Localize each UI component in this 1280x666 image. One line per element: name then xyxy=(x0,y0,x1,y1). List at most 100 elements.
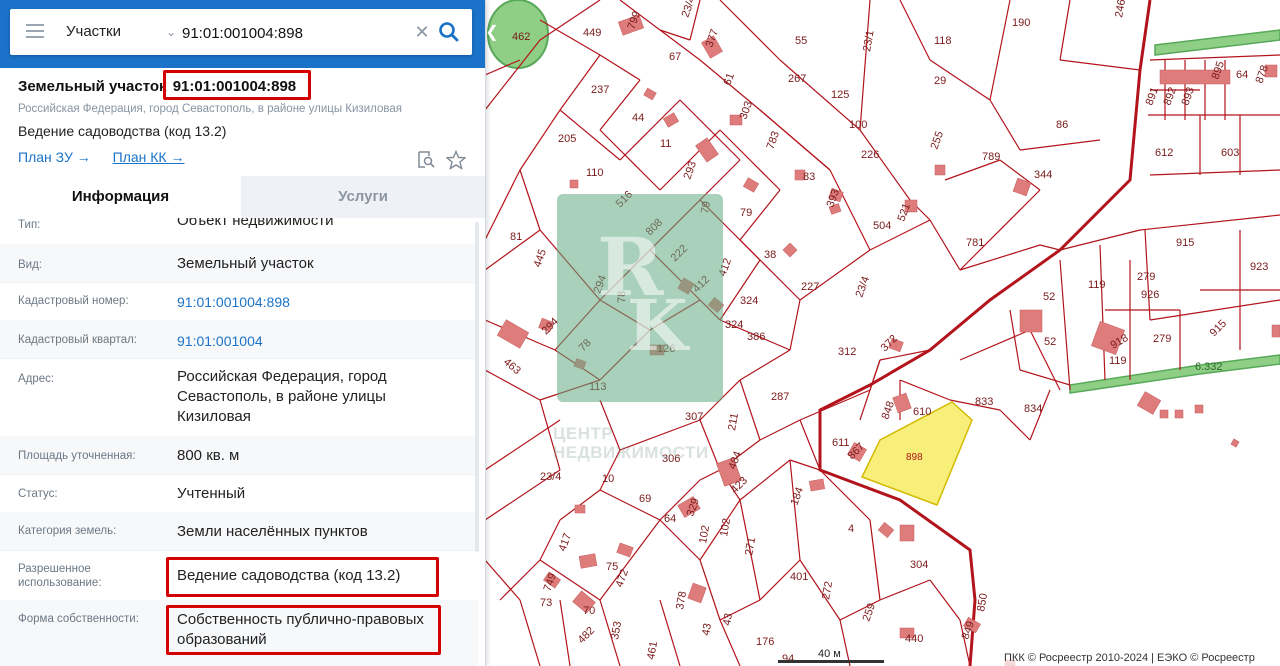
parcel-label: 125 xyxy=(831,89,849,101)
parcel-title-prefix: Земельный участок xyxy=(18,78,167,95)
parcel-label: 781 xyxy=(966,237,984,249)
parcel-label: 449 xyxy=(583,27,601,39)
scale-label: 40 м xyxy=(818,648,841,660)
parcel-label: 23/4 xyxy=(540,471,561,483)
map-scale: 40 м xyxy=(778,648,884,666)
info-value: Земельный участок xyxy=(177,255,314,272)
watermark-text: ЦЕНТР НЕДВИЖИМОСТИ xyxy=(553,424,709,462)
plan-kk-link[interactable]: План КК → xyxy=(113,149,185,165)
parcel-label: 462 xyxy=(512,31,530,43)
parcel-label: 312 xyxy=(838,346,856,358)
parcel-label: 287 xyxy=(771,391,789,403)
info-value: Учтенный xyxy=(177,485,246,502)
info-row-area: Площадь уточненная: 800 кв. м xyxy=(0,436,478,475)
parcel-label: 86 xyxy=(1056,119,1068,131)
search-header: Участки ⌄ ✕ xyxy=(0,0,485,68)
parcel-label: 612 xyxy=(1155,147,1173,159)
info-label: Площадь уточненная: xyxy=(18,450,136,462)
parcel-address: Российская Федерация, город Севастополь,… xyxy=(18,103,402,115)
parcel-label: 279 xyxy=(1153,333,1171,345)
info-value: 800 кв. м xyxy=(177,447,240,464)
parcel-label: 226 xyxy=(861,149,879,161)
search-input[interactable] xyxy=(180,18,409,48)
info-panel: Участки ⌄ ✕ Земельный участок 91:01:0010… xyxy=(0,0,486,666)
building-footprint xyxy=(899,524,915,542)
parcel-label: 119 xyxy=(1088,279,1106,291)
parcel-label: 79 xyxy=(740,207,752,219)
parcel-label: 38 xyxy=(764,249,776,261)
parcel-label: 915 xyxy=(1176,237,1194,249)
tab-information[interactable]: Информация xyxy=(0,176,241,218)
info-row-kind: Вид: Земельный участок xyxy=(0,244,478,283)
parcel-label: 67 xyxy=(669,51,681,63)
highlight-box-title xyxy=(163,70,311,100)
parcel-label: 304 xyxy=(910,559,928,571)
parcel-label: 81 xyxy=(510,231,522,243)
zoom-to-icon[interactable] xyxy=(416,150,436,170)
building-footprint xyxy=(569,179,579,189)
tab-services[interactable]: Услуги xyxy=(241,176,485,218)
parcel-label: 834 xyxy=(1024,403,1042,415)
parcel-label: 75 xyxy=(606,561,618,573)
selected-parcel-label: 898 xyxy=(906,452,923,463)
object-type-select[interactable]: Участки ⌄ xyxy=(66,9,178,55)
chevron-down-icon: ⌄ xyxy=(165,25,176,39)
building-footprint xyxy=(1159,409,1169,419)
parcel-label: 324 xyxy=(740,295,758,307)
parcel-label: 789 xyxy=(982,151,1000,163)
parcel-label: 11 xyxy=(660,138,671,150)
parcel-label: 227 xyxy=(801,281,819,293)
parcel-label: 64 xyxy=(1236,69,1248,81)
building-footprint xyxy=(1194,404,1204,414)
building-footprint xyxy=(1271,324,1280,338)
parcel-label: 267 xyxy=(788,73,806,85)
map-attribution: ПКК © Росреестр 2010-2024 | ЕЭКО © Росре… xyxy=(1004,650,1280,666)
info-label: Адрес: xyxy=(18,373,55,385)
scrollbar[interactable] xyxy=(475,222,479,552)
collapse-panel-icon[interactable]: ❮ xyxy=(484,18,500,48)
summary-actions xyxy=(416,149,472,171)
highlight-box-permitted-use xyxy=(166,557,439,597)
parcel-label: 110 xyxy=(586,167,604,179)
parcel-label: 926 xyxy=(1141,289,1159,301)
search-box: Участки ⌄ ✕ xyxy=(10,9,472,55)
parcel-label: 401 xyxy=(790,571,808,583)
object-type-label: Участки xyxy=(66,23,121,40)
parcel-use: Ведение садоводства (код 13.2) xyxy=(18,123,227,139)
info-row-cadastral-quarter: Кадастровый квартал: 91:01:001004 xyxy=(0,320,478,359)
parcel-label: 43 xyxy=(700,622,714,636)
parcel-label: 279 xyxy=(1137,271,1155,283)
info-table: Тип: Объект недвижимости Вид: Земельный … xyxy=(0,218,478,666)
info-label: Категория земель: xyxy=(18,525,117,537)
star-icon[interactable] xyxy=(445,149,468,171)
parcel-label: 440 xyxy=(905,633,923,645)
highlight-box-ownership xyxy=(166,605,441,655)
parcel-label: 55 xyxy=(795,35,807,47)
cadastral-quarter-link[interactable]: 91:01:001004 xyxy=(177,331,263,351)
panel-tabs: Информация Услуги xyxy=(0,176,485,218)
info-label: Разрешенное использование: xyxy=(18,563,102,589)
parcel-label: 4 xyxy=(848,523,854,535)
parcel-label: 64 xyxy=(664,513,676,525)
parcel-label: 610 xyxy=(913,406,931,418)
parcel-label: 923 xyxy=(1250,261,1268,273)
building-footprint xyxy=(808,478,826,492)
plan-zu-link[interactable]: План ЗУ → xyxy=(18,149,91,165)
clear-icon[interactable]: ✕ xyxy=(412,21,432,43)
search-icon[interactable] xyxy=(436,19,462,45)
parcel-label: 603 xyxy=(1221,147,1239,159)
parcel-label: 6.332 xyxy=(1195,361,1223,373)
menu-icon[interactable] xyxy=(26,24,44,38)
building-footprint xyxy=(574,504,586,514)
cadastral-number-link[interactable]: 91:01:001004:898 xyxy=(177,292,290,312)
parcel-label: 190 xyxy=(1012,17,1030,29)
parcel-label: 100 xyxy=(849,119,867,131)
parcel-label: 29 xyxy=(934,75,946,87)
plan-links: План ЗУ → План КК → xyxy=(18,149,202,165)
parcel-label: 52 xyxy=(1044,336,1056,348)
info-value: Земли населённых пунктов xyxy=(177,523,368,540)
parcel-label: 237 xyxy=(591,84,609,96)
info-label: Тип: xyxy=(18,219,41,231)
parcel-label: 307 xyxy=(685,411,703,423)
parcel-label: 69 xyxy=(639,493,651,505)
